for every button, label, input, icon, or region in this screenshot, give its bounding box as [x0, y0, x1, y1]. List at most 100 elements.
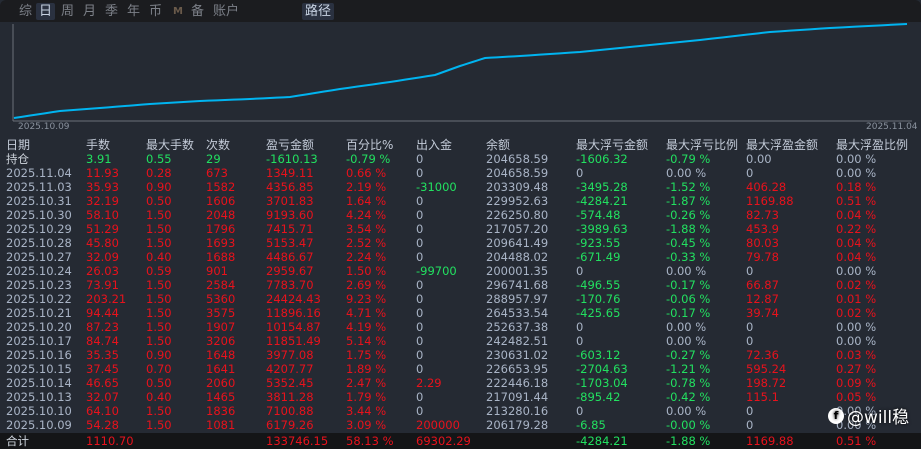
- cell-col-0: 2025.10.20: [6, 320, 72, 334]
- cell-col-11: 0.22 %: [836, 222, 877, 236]
- cell-col-1: 手数: [86, 138, 111, 152]
- cell-col-11: 0.00 %: [836, 264, 877, 278]
- cell-col-8: 0: [576, 404, 584, 418]
- cell-col-0: 日期: [6, 138, 31, 152]
- cell-col-7: 296741.68: [486, 278, 549, 292]
- cell-col-5: 3.44 %: [346, 404, 387, 418]
- cell-col-9: -1.87 %: [666, 194, 711, 208]
- tab-0[interactable]: 综: [16, 3, 35, 20]
- cell-col-1: 94.44: [86, 306, 119, 320]
- cell-col-7: 206179.28: [486, 418, 549, 432]
- cell-col-4: 4486.67: [266, 250, 314, 264]
- cell-col-6: 0: [416, 278, 424, 292]
- cell-col-8: -425.65: [576, 306, 621, 320]
- cell-col-5: 百分比%: [346, 138, 394, 152]
- cell-col-9: -1.88 %: [666, 434, 711, 448]
- cell-col-2: 1.50: [146, 292, 172, 306]
- cell-col-6: 0: [416, 250, 424, 264]
- cell-col-4: 3701.83: [266, 194, 314, 208]
- cell-col-10: 406.28: [746, 180, 787, 194]
- table-row: 2025.10.24 26.03 0.59 901 2959.67 1.50 % -9970…: [0, 264, 921, 278]
- cell-col-7: 229952.63: [486, 194, 549, 208]
- table-header: 日期 手数 最大手数 次数 盈亏金额 百分比% 出入金 余额 最大浮亏金额 最大浮亏比例 最大浮盈金…: [0, 138, 921, 152]
- cell-col-1: 46.65: [86, 376, 119, 390]
- cell-col-6: 0: [416, 208, 424, 222]
- table-row: 2025.10.15 37.45 0.70 1641 4207.77 1.89 % 0 226…: [0, 362, 921, 376]
- tab-5[interactable]: 年: [124, 3, 143, 20]
- cell-col-3: 2048: [206, 208, 236, 222]
- cell-col-8: -603.12: [576, 348, 621, 362]
- tab-3[interactable]: 月: [80, 3, 99, 20]
- cell-col-8: 0: [576, 320, 584, 334]
- tab-8[interactable]: 备: [188, 3, 207, 20]
- cell-col-7: 217091.44: [486, 390, 549, 404]
- cell-col-10: 0: [746, 404, 754, 418]
- cell-col-3: 1081: [206, 418, 236, 432]
- equity-path-chart: [12, 23, 912, 122]
- cell-col-3: 29: [206, 152, 221, 166]
- cell-col-7: 204488.02: [486, 250, 549, 264]
- cell-col-5: 2.19 %: [346, 180, 387, 194]
- table-row: 2025.10.23 73.91 1.50 2584 7783.70 2.69 % 0 296…: [0, 278, 921, 292]
- cell-col-8: -496.55: [576, 278, 621, 292]
- cell-col-9: 0.00 %: [666, 404, 707, 418]
- cell-col-1: 37.45: [86, 362, 119, 376]
- cell-col-2: 1.50: [146, 278, 172, 292]
- cell-col-7: 200001.35: [486, 264, 549, 278]
- cell-col-11: 0.03 %: [836, 348, 877, 362]
- x-end-label: 2025.11.04: [866, 122, 918, 132]
- table-row: 2025.10.14 46.65 0.50 2060 5352.45 2.47 % 2.29…: [0, 376, 921, 390]
- cell-col-4: 5352.45: [266, 376, 314, 390]
- cell-col-7: 余额: [486, 138, 511, 152]
- cell-col-5: 9.23 %: [346, 292, 387, 306]
- table-row: 2025.10.28 45.80 1.50 1693 5153.47 2.52 % 0 209…: [0, 236, 921, 250]
- cell-col-4: 7783.70: [266, 278, 314, 292]
- cell-col-10: 80.03: [746, 236, 779, 250]
- table-row: 2025.10.22 203.21 1.50 5360 24424.43 9.23 % 0 2…: [0, 292, 921, 306]
- cell-col-1: 203.21: [86, 292, 127, 306]
- logo-icon: f: [828, 407, 844, 424]
- cell-col-11: 0.01 %: [836, 292, 877, 306]
- cell-col-7: 213280.16: [486, 404, 549, 418]
- cell-col-0: 2025.10.31: [6, 194, 72, 208]
- cell-col-5: 1.89 %: [346, 362, 387, 376]
- cell-col-3: 1688: [206, 250, 236, 264]
- cell-col-8: -2704.63: [576, 362, 628, 376]
- cell-col-6: -99700: [416, 264, 457, 278]
- table-row: 2025.10.13 32.07 0.40 1465 3811.28 1.79 % 0 217…: [0, 390, 921, 404]
- cell-col-1: 35.93: [86, 180, 119, 194]
- cell-col-1: 3.91: [86, 152, 112, 166]
- tab-9[interactable]: 账户: [210, 3, 242, 20]
- cell-col-0: 2025.10.22: [6, 292, 72, 306]
- cell-col-3: 901: [206, 264, 228, 278]
- cell-col-6: 200000: [416, 418, 460, 432]
- tab-4[interactable]: 季: [102, 3, 121, 20]
- cell-col-10: 115.1: [746, 390, 779, 404]
- cell-col-1: 51.29: [86, 222, 119, 236]
- tab-7[interactable]: M: [170, 3, 186, 20]
- cell-col-5: 4.24 %: [346, 208, 387, 222]
- cell-col-7: 230631.02: [486, 348, 549, 362]
- cell-col-0: 2025.10.30: [6, 208, 72, 222]
- cell-col-4: 7100.88: [266, 404, 314, 418]
- cell-col-9: -0.26 %: [666, 208, 711, 222]
- table-row: 2025.10.29 51.29 1.50 1796 7415.71 3.54 % 0 217…: [0, 222, 921, 236]
- cell-col-11: 0.02 %: [836, 278, 877, 292]
- cell-col-8: -574.48: [576, 208, 621, 222]
- cell-col-11: 0.51 %: [836, 194, 877, 208]
- cell-col-0: 2025.10.23: [6, 278, 72, 292]
- tab-1[interactable]: 日: [36, 3, 56, 20]
- cell-col-6: 0: [416, 404, 424, 418]
- cell-col-0: 2025.10.28: [6, 236, 72, 250]
- cell-col-8: 0: [576, 264, 584, 278]
- tab-10[interactable]: 路径: [302, 3, 335, 20]
- cell-col-4: 3977.08: [266, 348, 314, 362]
- tab-2[interactable]: 周: [58, 3, 77, 20]
- table-row: 2025.10.16 35.35 0.90 1648 3977.08 1.75 % 0 230…: [0, 348, 921, 362]
- cell-col-9: -0.00 %: [666, 418, 711, 432]
- tab-6[interactable]: 币: [146, 3, 165, 20]
- cell-col-1: 11.93: [86, 166, 119, 180]
- cell-col-7: 252637.38: [486, 320, 549, 334]
- cell-col-2: 0.55: [146, 152, 172, 166]
- cell-col-6: -31000: [416, 180, 457, 194]
